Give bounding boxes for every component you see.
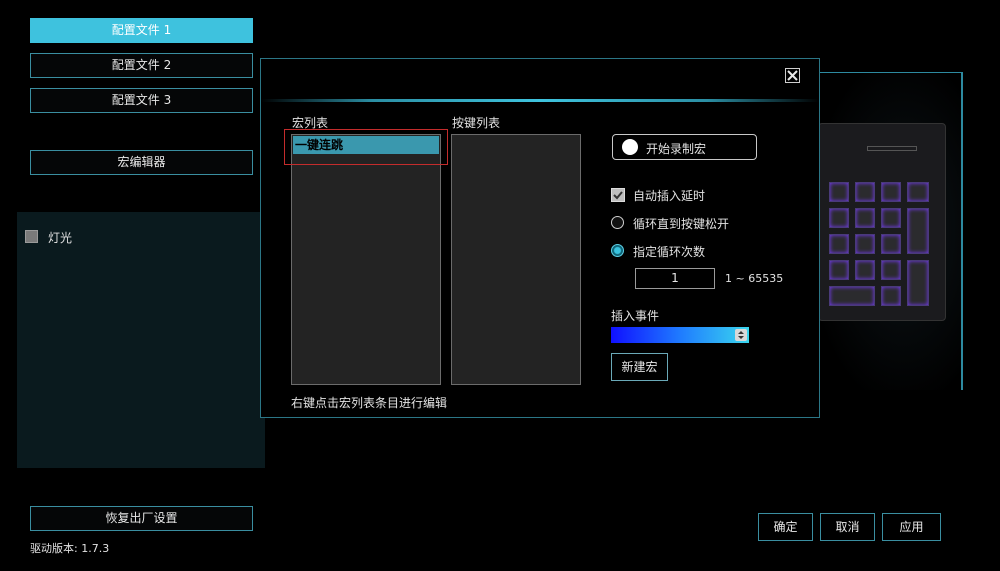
driver-version: 驱动版本: 1.7.3 <box>30 542 110 555</box>
key-list[interactable] <box>451 134 581 385</box>
keypad-key <box>881 234 901 254</box>
apply-label: 应用 <box>899 520 924 534</box>
keypad-key <box>881 260 901 280</box>
auto-delay-checkbox[interactable] <box>611 188 625 202</box>
loop-count-value: 1 <box>671 271 679 285</box>
keypad-key <box>907 182 929 202</box>
factory-reset-label: 恢复出厂设置 <box>105 511 178 525</box>
profile-1-button[interactable]: 配置文件 1 <box>30 18 253 43</box>
profile-3-button[interactable]: 配置文件 3 <box>30 88 253 113</box>
keypad-key <box>907 208 929 254</box>
keypad-key <box>881 286 901 306</box>
keypad-key <box>855 234 875 254</box>
keypad-key <box>829 260 849 280</box>
ok-label: 确定 <box>773 520 798 534</box>
cancel-button[interactable]: 取消 <box>820 513 875 541</box>
macro-editor-dialog: 宏列表 一键连跳 按键列表 开始录制宏 自动插入延时 循环直到按键松开 指定循环… <box>260 58 820 418</box>
keypad-key <box>855 260 875 280</box>
keypad-key <box>829 182 849 202</box>
keypad-indicator-bar <box>867 146 917 151</box>
keypad-key <box>881 182 901 202</box>
macro-editor-button[interactable]: 宏编辑器 <box>30 150 253 175</box>
light-label: 灯光 <box>48 231 73 245</box>
profile-2-label: 配置文件 2 <box>111 58 172 72</box>
keypad-key <box>907 260 929 306</box>
keypad-image <box>818 123 946 321</box>
insert-event-label: 插入事件 <box>611 309 660 323</box>
keyboard-preview-panel <box>818 72 963 390</box>
factory-reset-button[interactable]: 恢复出厂设置 <box>30 506 253 531</box>
keypad-key <box>829 286 875 306</box>
insert-event-select[interactable] <box>611 327 749 343</box>
profile-2-button[interactable]: 配置文件 2 <box>30 53 253 78</box>
light-panel: 灯光 <box>17 212 265 468</box>
macro-item-highlight-box <box>284 129 448 165</box>
key-list-title: 按键列表 <box>452 116 501 130</box>
check-icon <box>613 191 623 200</box>
apply-button[interactable]: 应用 <box>882 513 941 541</box>
record-icon <box>622 139 638 155</box>
loop-count-input[interactable]: 1 <box>635 268 715 289</box>
record-macro-label: 开始录制宏 <box>646 142 707 156</box>
keypad-key <box>829 234 849 254</box>
loop-count-label: 指定循环次数 <box>633 245 706 259</box>
light-checkbox[interactable] <box>25 230 38 243</box>
select-spinner-icon <box>735 329 747 341</box>
close-icon <box>787 70 798 81</box>
profile-3-label: 配置文件 3 <box>111 93 172 107</box>
keypad-key <box>855 182 875 202</box>
close-button[interactable] <box>785 68 800 83</box>
loop-count-range: 1 ~ 65535 <box>725 272 784 285</box>
ok-button[interactable]: 确定 <box>758 513 813 541</box>
macro-edit-hint: 右键点击宏列表条目进行编辑 <box>291 396 448 410</box>
loop-count-radio[interactable] <box>611 244 624 257</box>
new-macro-label: 新建宏 <box>621 360 658 374</box>
dialog-title-separator <box>261 99 819 102</box>
keypad-key <box>881 208 901 228</box>
macro-list[interactable]: 一键连跳 <box>291 134 441 385</box>
record-macro-button[interactable]: 开始录制宏 <box>612 134 757 160</box>
new-macro-button[interactable]: 新建宏 <box>611 353 668 381</box>
macro-editor-label: 宏编辑器 <box>117 155 166 169</box>
loop-until-release-radio[interactable] <box>611 216 624 229</box>
cancel-label: 取消 <box>835 520 860 534</box>
keypad-key <box>829 208 849 228</box>
keypad-key <box>855 208 875 228</box>
loop-until-release-label: 循环直到按键松开 <box>633 217 730 231</box>
profile-1-label: 配置文件 1 <box>111 23 172 37</box>
auto-delay-label: 自动插入延时 <box>633 189 706 203</box>
